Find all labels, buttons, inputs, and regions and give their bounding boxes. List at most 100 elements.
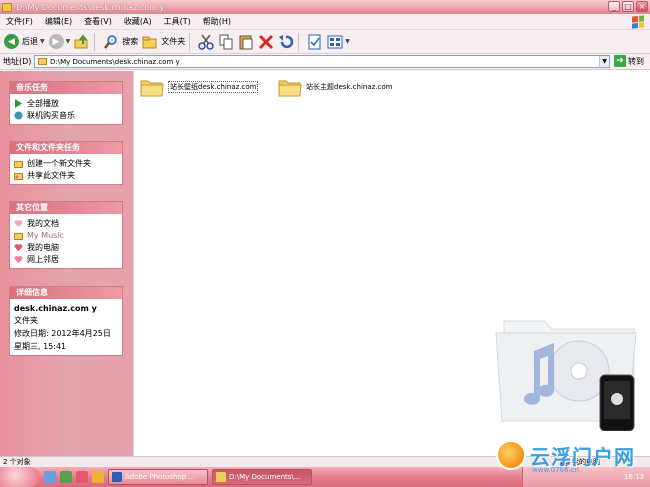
- address-input[interactable]: D:\My Documents\desk.chinaz.com y ▼: [34, 55, 610, 68]
- new-folder-icon: [14, 160, 23, 168]
- music-tasks-header[interactable]: 音乐任务: [10, 82, 122, 94]
- address-value: D:\My Documents\desk.chinaz.com y: [50, 57, 180, 66]
- views-button[interactable]: ▼: [327, 35, 350, 49]
- folders-label: 文件夹: [161, 37, 186, 46]
- search-icon: [104, 34, 117, 49]
- site-watermark: 云浮门户网 www.0766.cn: [496, 440, 635, 474]
- menu-tools[interactable]: 工具(T): [158, 16, 197, 27]
- toolbar: ◀ 后退 ▼ ▶ ▼ 搜索 文件夹 ▼: [0, 30, 650, 54]
- up-folder-button[interactable]: [74, 33, 90, 50]
- quicklaunch-desktop-icon[interactable]: [44, 471, 56, 483]
- go-label: 转到: [628, 56, 644, 66]
- taskbar-photoshop-button[interactable]: Adobe Photoshop ...: [108, 469, 208, 485]
- folder-icon: [2, 2, 12, 12]
- play-icon: [15, 98, 22, 108]
- menu-view[interactable]: 查看(V): [78, 16, 118, 27]
- chevron-down-icon[interactable]: ▼: [66, 38, 71, 45]
- undo-button[interactable]: [278, 34, 294, 50]
- share-folder-icon: [14, 172, 23, 180]
- play-all-label: 全部播放: [27, 98, 59, 108]
- address-bar: 地址(D) D:\My Documents\desk.chinaz.com y …: [0, 54, 650, 70]
- taskbar-explorer-button[interactable]: D:\My Documents\...: [212, 469, 312, 485]
- other-places-panel: 其它位置 我的文档 My Music 我的电脑 网上邻居: [9, 201, 123, 269]
- menu-edit[interactable]: 编辑(E): [39, 16, 78, 27]
- back-arrow-icon: ◀: [4, 34, 19, 49]
- menu-favorites[interactable]: 收藏(A): [118, 16, 158, 27]
- quicklaunch-app-icon[interactable]: [92, 471, 104, 483]
- my-computer-link[interactable]: 我的电脑: [14, 241, 118, 253]
- toolbar-divider: [189, 32, 191, 51]
- buy-music-online-link[interactable]: 联机购买音乐: [14, 109, 118, 121]
- network-places-link[interactable]: 网上邻居: [14, 253, 118, 265]
- details-modified-date: 修改日期: 2012年4月25日: [14, 329, 111, 338]
- close-button[interactable]: ×: [636, 1, 648, 12]
- paste-button[interactable]: [238, 34, 254, 50]
- folder-label: 站长主题desk.chinaz.com: [306, 83, 393, 91]
- delete-button[interactable]: [258, 34, 274, 50]
- copy-button[interactable]: [218, 34, 234, 50]
- folders-button[interactable]: 文件夹: [142, 35, 185, 49]
- copy-icon: [219, 34, 233, 49]
- new-folder-label: 创建一个新文件夹: [27, 158, 91, 168]
- my-documents-label: 我的文档: [27, 218, 59, 228]
- go-button[interactable]: ➜ 转到: [614, 55, 644, 67]
- menu-help[interactable]: 帮助(H): [197, 16, 237, 27]
- file-tasks-header[interactable]: 文件和文件夹任务: [10, 142, 122, 154]
- forward-arrow-icon: ▶: [48, 34, 64, 49]
- quicklaunch-browser-icon[interactable]: [60, 471, 72, 483]
- search-label: 搜索: [122, 37, 139, 46]
- network-places-label: 网上邻居: [27, 254, 59, 264]
- back-button[interactable]: ◀ 后退 ▼: [4, 34, 45, 49]
- folder-icon: [14, 232, 23, 240]
- details-panel: 详细信息 desk.chinaz.com y 文件夹 修改日期: 2012年4月…: [9, 286, 123, 356]
- folder-icon: [278, 80, 302, 97]
- details-header[interactable]: 详细信息: [10, 287, 122, 299]
- taskbar-photoshop-label: Adobe Photoshop ...: [125, 473, 196, 481]
- quicklaunch-media-icon[interactable]: [76, 471, 88, 483]
- folder-icon: [38, 58, 47, 65]
- back-label: 后退: [22, 37, 38, 46]
- cut-button[interactable]: [198, 34, 214, 50]
- globe-icon: [14, 111, 23, 119]
- undo-icon: [279, 34, 294, 48]
- folder-icon: [140, 80, 164, 97]
- chevron-down-icon[interactable]: ▼: [345, 38, 350, 45]
- search-button[interactable]: 搜索: [103, 34, 138, 50]
- buy-music-label: 联机购买音乐: [27, 110, 75, 120]
- minimize-button[interactable]: _: [608, 1, 620, 12]
- windows-logo-icon: [632, 15, 644, 29]
- share-folder-link[interactable]: 共享此文件夹: [14, 169, 118, 181]
- folder-label: 站长壁纸desk.chinaz.com: [168, 81, 259, 93]
- folder-icon: [216, 472, 226, 482]
- title-bar[interactable]: D:\My Documents\desk.chinaz.com y _ □ ×: [0, 0, 650, 14]
- file-tasks-panel: 文件和文件夹任务 创建一个新文件夹 共享此文件夹: [9, 141, 123, 185]
- my-documents-link[interactable]: 我的文档: [14, 217, 118, 229]
- file-list-area[interactable]: 站长壁纸desk.chinaz.com 站长主题desk.chinaz.com: [133, 71, 650, 456]
- heart-icon: [14, 243, 23, 251]
- menu-file[interactable]: 文件(F): [0, 16, 39, 27]
- clock[interactable]: 16:13: [624, 473, 644, 481]
- forward-button[interactable]: ▶ ▼: [48, 34, 71, 49]
- start-button[interactable]: [0, 467, 40, 487]
- folders-icon: [142, 36, 157, 48]
- details-item-type: 文件夹: [14, 316, 38, 325]
- music-tasks-panel: 音乐任务 全部播放 联机购买音乐: [9, 81, 123, 125]
- window-title: D:\My Documents\desk.chinaz.com y: [16, 2, 165, 12]
- up-folder-icon: [74, 33, 88, 48]
- window-controls: _ □ ×: [608, 1, 648, 12]
- chevron-down-icon[interactable]: ▼: [599, 56, 609, 67]
- properties-button[interactable]: [307, 34, 323, 50]
- toolbar-divider: [94, 32, 96, 51]
- music-folder-watermark-icon: [495, 320, 637, 431]
- folder-item[interactable]: 站长主题desk.chinaz.com: [278, 77, 392, 97]
- chevron-down-icon[interactable]: ▼: [40, 38, 45, 45]
- new-folder-link[interactable]: 创建一个新文件夹: [14, 157, 118, 169]
- photoshop-icon: [112, 472, 122, 482]
- heart-icon: [14, 219, 23, 227]
- task-pane: 音乐任务 全部播放 联机购买音乐 文件和文件夹任务 创建一个新文件夹 共享此文件…: [0, 71, 133, 456]
- play-all-link[interactable]: 全部播放: [14, 97, 118, 109]
- other-places-header[interactable]: 其它位置: [10, 202, 122, 214]
- maximize-button[interactable]: □: [622, 1, 634, 12]
- my-music-link[interactable]: My Music: [14, 229, 118, 241]
- folder-item[interactable]: 站长壁纸desk.chinaz.com: [140, 77, 259, 97]
